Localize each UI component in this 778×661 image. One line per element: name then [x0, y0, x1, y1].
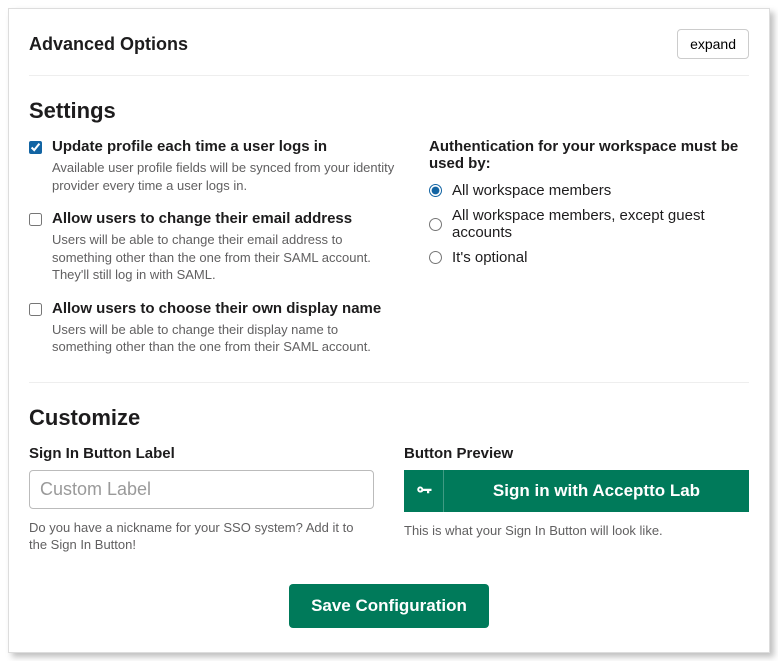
advanced-title: Advanced Options — [29, 34, 188, 55]
update-profile-desc: Available user profile fields will be sy… — [52, 159, 399, 194]
settings-left: Update profile each time a user logs in … — [29, 138, 399, 372]
auth-option-all: All workspace members — [429, 182, 749, 199]
customize-title: Customize — [29, 405, 749, 431]
settings-title: Settings — [29, 98, 749, 124]
setting-display-name: Allow users to choose their own display … — [29, 300, 399, 356]
customize-columns: Sign In Button Label Do you have a nickn… — [29, 445, 749, 554]
settings-columns: Update profile each time a user logs in … — [29, 138, 749, 372]
signin-label-input[interactable] — [29, 470, 374, 509]
auth-radio-all[interactable] — [429, 184, 442, 197]
auth-label-all[interactable]: All workspace members — [452, 182, 611, 199]
change-email-checkbox[interactable] — [29, 213, 42, 226]
key-icon — [404, 470, 444, 512]
setting-update-profile: Update profile each time a user logs in … — [29, 138, 399, 194]
customize-left: Sign In Button Label Do you have a nickn… — [29, 445, 374, 554]
expand-button[interactable]: expand — [677, 29, 749, 59]
update-profile-label: Update profile each time a user logs in — [52, 138, 399, 155]
divider — [29, 382, 749, 383]
change-email-desc: Users will be able to change their email… — [52, 231, 399, 284]
change-email-label: Allow users to change their email addres… — [52, 210, 399, 227]
update-profile-checkbox[interactable] — [29, 141, 42, 154]
signin-preview-button[interactable]: Sign in with Acceptto Lab — [404, 470, 749, 512]
auth-label-optional[interactable]: It's optional — [452, 249, 527, 266]
display-name-label: Allow users to choose their own display … — [52, 300, 399, 317]
setting-change-email: Allow users to change their email addres… — [29, 210, 399, 284]
auth-radio-except-guest[interactable] — [429, 218, 442, 231]
auth-radio-optional[interactable] — [429, 251, 442, 264]
signin-label-field-label: Sign In Button Label — [29, 445, 374, 462]
auth-option-optional: It's optional — [429, 249, 749, 266]
display-name-checkbox[interactable] — [29, 303, 42, 316]
display-name-desc: Users will be able to change their displ… — [52, 321, 399, 356]
advanced-options-panel: Advanced Options expand Settings Update … — [8, 8, 770, 653]
signin-preview-text: Sign in with Acceptto Lab — [444, 470, 749, 512]
save-configuration-button[interactable]: Save Configuration — [289, 584, 489, 628]
auth-label-except-guest[interactable]: All workspace members, except guest acco… — [452, 207, 749, 241]
auth-heading: Authentication for your workspace must b… — [429, 138, 749, 172]
save-row: Save Configuration — [29, 584, 749, 628]
signin-label-helper: Do you have a nickname for your SSO syst… — [29, 519, 374, 554]
button-preview-label: Button Preview — [404, 445, 749, 462]
auth-option-except-guest: All workspace members, except guest acco… — [429, 207, 749, 241]
advanced-header: Advanced Options expand — [29, 29, 749, 76]
settings-right: Authentication for your workspace must b… — [429, 138, 749, 372]
customize-right: Button Preview Sign in with Acceptto Lab… — [404, 445, 749, 554]
button-preview-helper: This is what your Sign In Button will lo… — [404, 522, 749, 540]
